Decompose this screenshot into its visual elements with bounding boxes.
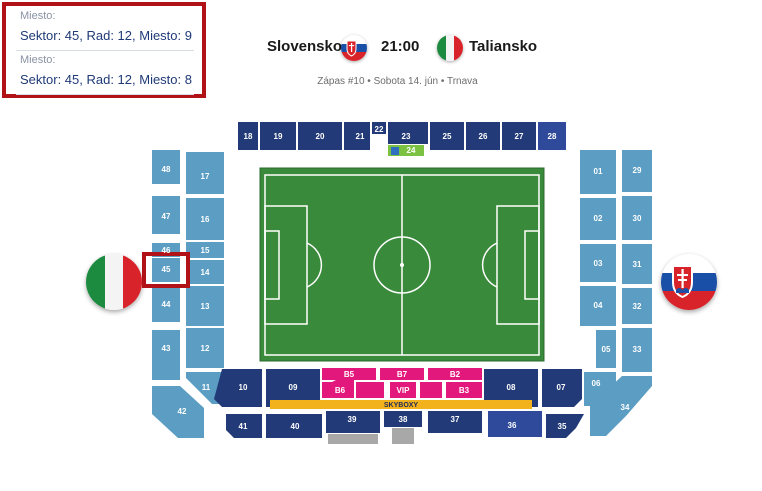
sector-label: 14 [201, 268, 210, 277]
sector-label: 45 [162, 265, 171, 274]
sector-43[interactable] [152, 330, 180, 380]
sector-b6-ext[interactable] [356, 382, 384, 398]
sector-label: 20 [316, 132, 325, 141]
sector-label: B7 [397, 370, 408, 379]
right-stand: 01 02 03 04 05 06 29 30 31 32 33 34 [580, 150, 652, 436]
sector-label: 28 [548, 132, 557, 141]
sector-label: 35 [558, 422, 567, 431]
sector-label: 09 [289, 383, 298, 392]
sector-label: 37 [451, 415, 460, 424]
stadium-map: 18 19 20 21 22 23 24 25 26 27 28 48 47 4… [142, 122, 652, 444]
sector-label: 44 [162, 300, 171, 309]
sector-label: 32 [633, 302, 642, 311]
pitch [259, 167, 545, 362]
sector-label: 21 [356, 132, 365, 141]
sector-label: B3 [459, 386, 470, 395]
bottom-stand: 10 09 08 07 B5 B7 B2 B6 VIP B3 SKYBOXY 4… [214, 368, 584, 444]
sector-label: 22 [375, 125, 384, 134]
sector-label: 42 [178, 407, 187, 416]
sector-label: 19 [274, 132, 283, 141]
sector-label: B6 [335, 386, 346, 395]
sector-label: 31 [633, 260, 642, 269]
sector-label: 30 [633, 214, 642, 223]
sector-label: 15 [201, 246, 210, 255]
sector-label: 12 [201, 344, 210, 353]
sector-label: 24 [407, 146, 416, 155]
sector-label: 03 [594, 259, 603, 268]
sector-label: 04 [594, 301, 603, 310]
sector-label: B5 [344, 370, 355, 379]
sector-label: 34 [621, 403, 630, 412]
sector-label: 10 [239, 383, 248, 392]
gray-block [392, 428, 414, 444]
sector-label: 13 [201, 302, 210, 311]
sector-label: 02 [594, 214, 603, 223]
sector-label: 43 [162, 344, 171, 353]
sector-label: 38 [399, 415, 408, 424]
sector-b3-ext[interactable] [420, 382, 442, 398]
sector-label: 39 [348, 415, 357, 424]
sector-label: 26 [479, 132, 488, 141]
sector-label: 17 [201, 172, 210, 181]
sector-label: 07 [557, 383, 566, 392]
sector-label: 01 [594, 167, 603, 176]
sector-label: B2 [450, 370, 461, 379]
sector-label: 36 [508, 421, 517, 430]
sector-label: 11 [202, 383, 211, 392]
sector-label: 33 [633, 345, 642, 354]
sector-label: 40 [291, 422, 300, 431]
sector-label: 23 [402, 132, 411, 141]
sector-label: 41 [239, 422, 248, 431]
sector-label: 05 [602, 345, 611, 354]
sector-label: 48 [162, 165, 171, 174]
top-stand: 18 19 20 21 22 23 24 25 26 27 28 [238, 122, 566, 156]
wheelchair-icon [391, 147, 399, 155]
sector-label: 46 [162, 246, 171, 255]
sector-label: 08 [507, 383, 516, 392]
sector-label: 18 [244, 132, 253, 141]
sector-label: 47 [162, 212, 171, 221]
sector-label: 27 [515, 132, 524, 141]
sector-label: 06 [592, 379, 601, 388]
sector-label: SKYBOXY [384, 402, 419, 409]
sector-label: 25 [443, 132, 452, 141]
gray-block [328, 434, 378, 444]
sector-label: VIP [397, 386, 411, 395]
sector-label: 29 [633, 166, 642, 175]
sector-label: 16 [201, 215, 210, 224]
